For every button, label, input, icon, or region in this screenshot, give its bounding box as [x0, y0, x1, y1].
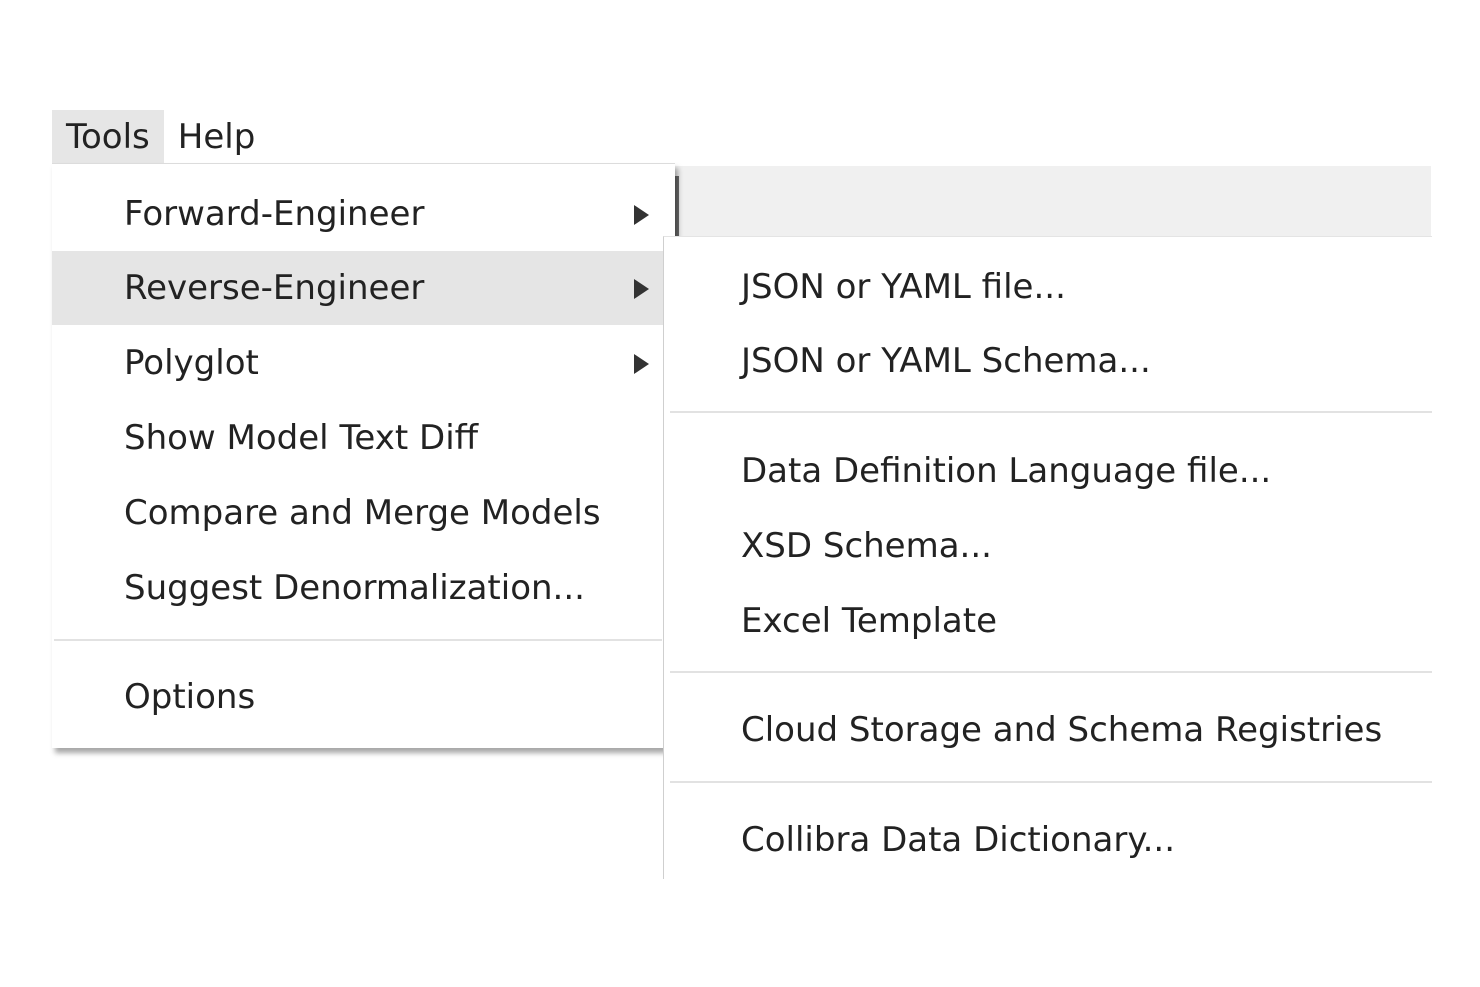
- submenu-item-ddl-file[interactable]: Data Definition Language file...: [664, 434, 1432, 508]
- menubar-help[interactable]: Help: [164, 110, 270, 164]
- reverse-engineer-submenu: JSON or YAML file... JSON or YAML Schema…: [663, 236, 1432, 879]
- menu-item-label: Options: [124, 677, 256, 717]
- submenu-item-json-yaml-schema[interactable]: JSON or YAML Schema...: [664, 324, 1432, 398]
- menu-item-reverse-engineer[interactable]: Reverse-Engineer: [52, 251, 664, 325]
- menu-item-polyglot[interactable]: Polyglot: [52, 326, 664, 400]
- submenu-arrow-icon: [634, 279, 649, 299]
- menu-item-label: Show Model Text Diff: [124, 418, 479, 458]
- submenu-item-label: Cloud Storage and Schema Registries: [741, 710, 1383, 750]
- submenu-item-label: JSON or YAML Schema...: [741, 341, 1151, 381]
- menu-item-forward-engineer[interactable]: Forward-Engineer: [52, 177, 664, 251]
- submenu-separator: [670, 671, 1432, 673]
- submenu-item-label: Collibra Data Dictionary...: [741, 820, 1176, 860]
- menu-item-label: Reverse-Engineer: [124, 268, 425, 308]
- submenu-item-label: Excel Template: [741, 601, 998, 641]
- menu-item-compare-and-merge-models[interactable]: Compare and Merge Models: [52, 476, 664, 550]
- tools-dropdown-menu: Forward-Engineer Reverse-Engineer Polygl…: [52, 163, 675, 748]
- background-toolbar-strip: [675, 166, 1431, 236]
- menu-item-suggest-denormalization[interactable]: Suggest Denormalization...: [52, 551, 664, 625]
- menu-item-options[interactable]: Options: [52, 660, 664, 734]
- submenu-separator: [670, 411, 1432, 413]
- submenu-item-cloud-storage-schema-registries[interactable]: Cloud Storage and Schema Registries: [664, 693, 1432, 767]
- submenu-item-json-yaml-file[interactable]: JSON or YAML file...: [664, 250, 1432, 324]
- menu-bar: Tools Help: [52, 110, 269, 164]
- background-toolbar-edge: [675, 176, 679, 236]
- submenu-item-label: Data Definition Language file...: [741, 451, 1272, 491]
- menu-item-label: Suggest Denormalization...: [124, 568, 585, 608]
- menubar-tools[interactable]: Tools: [52, 110, 164, 164]
- menu-item-label: Polyglot: [124, 343, 259, 383]
- submenu-arrow-icon: [634, 354, 649, 374]
- menu-item-label: Compare and Merge Models: [124, 493, 601, 533]
- submenu-item-excel-template[interactable]: Excel Template: [664, 584, 1432, 658]
- menu-item-label: Forward-Engineer: [124, 194, 425, 234]
- submenu-item-collibra-data-dictionary[interactable]: Collibra Data Dictionary...: [664, 803, 1432, 877]
- menu-item-show-model-text-diff[interactable]: Show Model Text Diff: [52, 401, 664, 475]
- menu-separator: [54, 639, 662, 641]
- submenu-item-label: XSD Schema...: [741, 526, 992, 566]
- submenu-item-xsd-schema[interactable]: XSD Schema...: [664, 509, 1432, 583]
- submenu-item-label: JSON or YAML file...: [741, 267, 1066, 307]
- submenu-separator: [670, 781, 1432, 783]
- submenu-arrow-icon: [634, 205, 649, 225]
